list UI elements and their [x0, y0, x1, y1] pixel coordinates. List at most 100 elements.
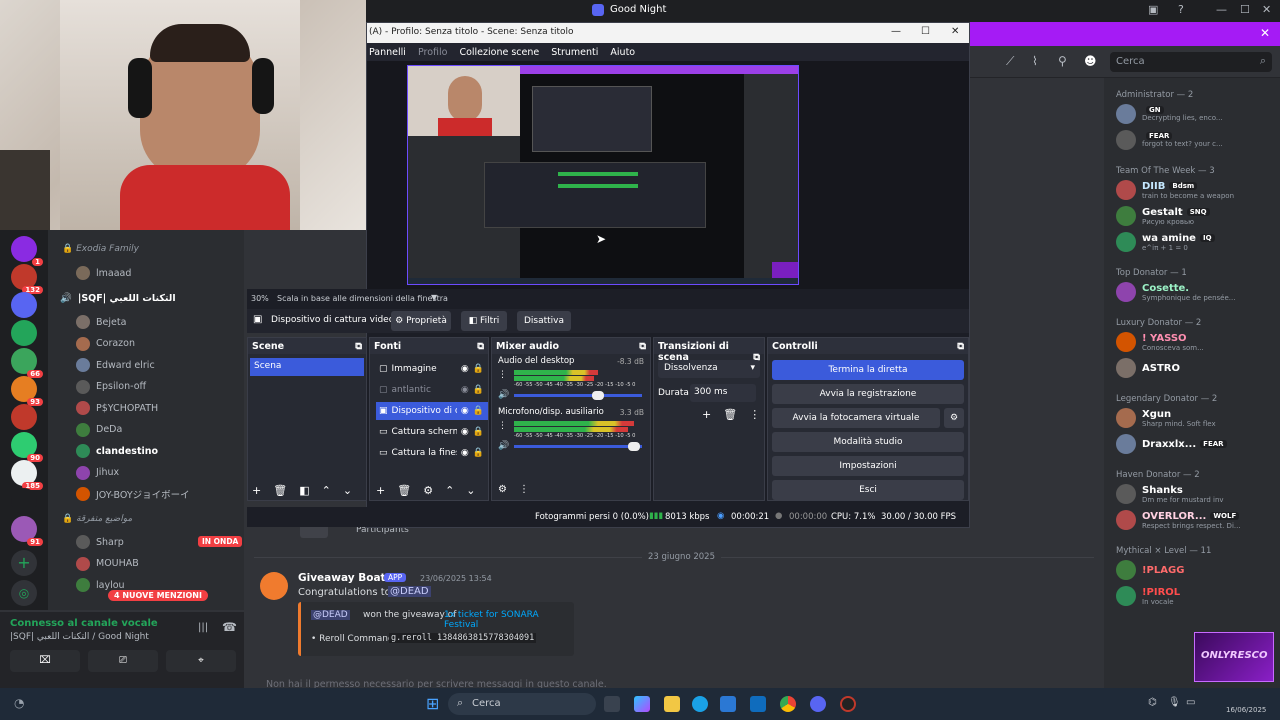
server-icon[interactable]: [11, 320, 37, 346]
server-icon[interactable]: 66: [11, 348, 43, 378]
source-item[interactable]: ▭ Cattura scherm ◉ 🔒: [376, 423, 488, 441]
volume-slider[interactable]: [514, 391, 642, 400]
settings-button[interactable]: Impostazioni: [772, 456, 964, 476]
start-icon[interactable]: ⊞: [426, 694, 439, 713]
member-item[interactable]: Gestalt SNQ Рисую кровью: [1116, 206, 1210, 226]
member-item[interactable]: ASTRO: [1116, 358, 1180, 378]
disconnect-icon[interactable]: ☎: [222, 620, 237, 634]
category-misc[interactable]: 🔒 مواضيع متفرقة: [62, 514, 132, 524]
studio-mode-button[interactable]: Modalità studio: [772, 432, 964, 452]
voice-user[interactable]: P$YCHOPATH: [76, 400, 158, 416]
trash-icon[interactable]: 🗑: [723, 408, 737, 421]
voice-user-lmaaad[interactable]: lmaaad: [76, 265, 131, 281]
more-icon[interactable]: ⋮: [749, 408, 760, 421]
server-icon[interactable]: 1: [11, 236, 43, 266]
battery-icon[interactable]: ▭: [1186, 697, 1195, 708]
voice-user[interactable]: clandestino: [76, 443, 158, 459]
screen-share-button[interactable]: ⎚: [88, 650, 158, 672]
eye-icon[interactable]: ◉: [461, 406, 469, 416]
advanced-audio-icon[interactable]: ⚙: [498, 484, 507, 495]
author-avatar[interactable]: [260, 572, 288, 600]
member-item[interactable]: !PLAGG: [1116, 560, 1184, 580]
embed-link[interactable]: 1x ticket for SONARA Festival: [444, 610, 574, 630]
virtual-camera-settings-icon[interactable]: ⚙: [944, 408, 964, 428]
taskbar-search[interactable]: Cerca: [448, 693, 596, 715]
embed-mention[interactable]: @DEAD: [311, 610, 350, 620]
pin-icon[interactable]: ⚲: [1058, 54, 1067, 68]
category-exodia[interactable]: 🔒 Exodia Family: [62, 244, 139, 254]
undock-icon[interactable]: ⧉: [639, 341, 646, 352]
menu-item[interactable]: Collezione scene: [459, 47, 539, 58]
file-explorer-icon[interactable]: [664, 696, 680, 712]
user-mention[interactable]: @DEAD: [388, 586, 431, 597]
up-icon[interactable]: ⌃: [445, 484, 454, 497]
maximize-icon[interactable]: ☐: [1240, 3, 1250, 16]
voice-connected[interactable]: Connesso al canale vocale: [10, 618, 158, 629]
trash-icon[interactable]: 🗑: [273, 484, 287, 497]
members-icon[interactable]: ☻: [1084, 54, 1097, 68]
taskbar-date[interactable]: 16/06/2025: [1226, 706, 1266, 714]
server-icon[interactable]: [11, 488, 37, 514]
search-input[interactable]: Cerca ⌕: [1110, 52, 1272, 72]
member-item[interactable]: wa amine IQ e^iπ + 1 = 0: [1116, 232, 1215, 252]
volume-icon[interactable]: 🔊: [498, 390, 509, 400]
member-item[interactable]: OVERLOR... WOLF Respect brings respect. Di…: [1116, 510, 1241, 530]
member-item[interactable]: Shanks Dm me for mustard inv: [1116, 484, 1224, 504]
member-item[interactable]: ! YASSO Conosceva som...: [1116, 332, 1204, 352]
add-server-icon[interactable]: +: [11, 550, 37, 576]
filters-button[interactable]: ◧ Filtri: [461, 311, 507, 331]
message-author[interactable]: Giveaway Boat: [298, 572, 386, 584]
member-item[interactable]: Xgun Sharp mind. Soft flex: [1116, 408, 1216, 428]
activities-button[interactable]: ⌖: [166, 650, 236, 672]
close-icon[interactable]: ✕: [1262, 3, 1271, 16]
store-icon[interactable]: [720, 696, 736, 712]
obs-minimize-icon[interactable]: —: [891, 26, 901, 37]
member-item[interactable]: Draxxlx... FEAR: [1116, 434, 1227, 454]
obs-preview[interactable]: ➤: [407, 65, 799, 285]
voice-user[interactable]: Bejeta: [76, 314, 126, 330]
menu-item[interactable]: Strumenti: [551, 47, 598, 58]
trash-icon[interactable]: 🗑: [397, 484, 411, 497]
notifications-icon[interactable]: ⌇: [1032, 54, 1038, 68]
network-icon[interactable]: ⌬: [1148, 697, 1157, 708]
eye-icon[interactable]: ◉: [461, 448, 469, 458]
voice-user[interactable]: Edward elric: [76, 357, 155, 373]
add-icon[interactable]: +: [702, 408, 711, 421]
server-icon[interactable]: [11, 292, 37, 318]
member-item[interactable]: !PIROL In vocale: [1116, 586, 1180, 606]
volume-icon[interactable]: 🔊: [498, 441, 509, 451]
lock-icon[interactable]: 🔒: [473, 385, 484, 395]
zoom-dropdown-icon[interactable]: ▼: [431, 293, 437, 302]
member-item[interactable]: DIIB Bdsm train to become a weapon: [1116, 180, 1234, 200]
exit-button[interactable]: Esci: [772, 480, 964, 500]
undock-icon[interactable]: ⧉: [477, 341, 484, 352]
start-recording-button[interactable]: Avvia la registrazione: [772, 384, 964, 404]
eye-icon[interactable]: ◉: [461, 427, 469, 437]
filter-icon[interactable]: ◧: [299, 484, 309, 497]
member-item[interactable]: Cosette. Symphonique de pensée...: [1116, 282, 1235, 302]
up-icon[interactable]: ⌃: [322, 484, 331, 497]
eye-icon[interactable]: ◉: [461, 364, 469, 374]
source-item[interactable]: ▣ Dispositivo di c ◉ 🔒: [376, 402, 488, 420]
more-icon[interactable]: ⋮: [519, 484, 529, 495]
voice-user[interactable]: Jihux: [76, 465, 119, 481]
zoom-level[interactable]: 30%: [251, 294, 269, 303]
zoom-hint[interactable]: Scala in base alle dimensioni della fine…: [277, 294, 448, 303]
lock-icon[interactable]: 🔒: [473, 427, 484, 437]
server-icon[interactable]: 132: [11, 264, 43, 294]
undock-icon[interactable]: ⧉: [355, 341, 362, 352]
explore-icon[interactable]: ◎: [11, 580, 37, 606]
deactivate-button[interactable]: Disattiva: [517, 311, 571, 331]
widgets-icon[interactable]: ◔: [14, 696, 24, 710]
voice-channel-sqf[interactable]: 🔊 |SQF| التكنات اللعبي: [60, 290, 176, 306]
voice-user[interactable]: Epsilon-off: [76, 379, 146, 395]
voice-user[interactable]: Corazon: [76, 336, 135, 352]
add-icon[interactable]: +: [252, 484, 261, 497]
lock-icon[interactable]: 🔒: [473, 364, 484, 374]
source-item[interactable]: ▭ Cattura la fines ◉ 🔒: [376, 444, 488, 462]
inbox-icon[interactable]: ▣: [1148, 3, 1158, 16]
volume-slider-handle[interactable]: [592, 391, 604, 400]
chrome-icon[interactable]: [780, 696, 796, 712]
virtual-camera-button[interactable]: Avvia la fotocamera virtuale: [772, 408, 940, 428]
discord-taskbar-icon[interactable]: [810, 696, 826, 712]
